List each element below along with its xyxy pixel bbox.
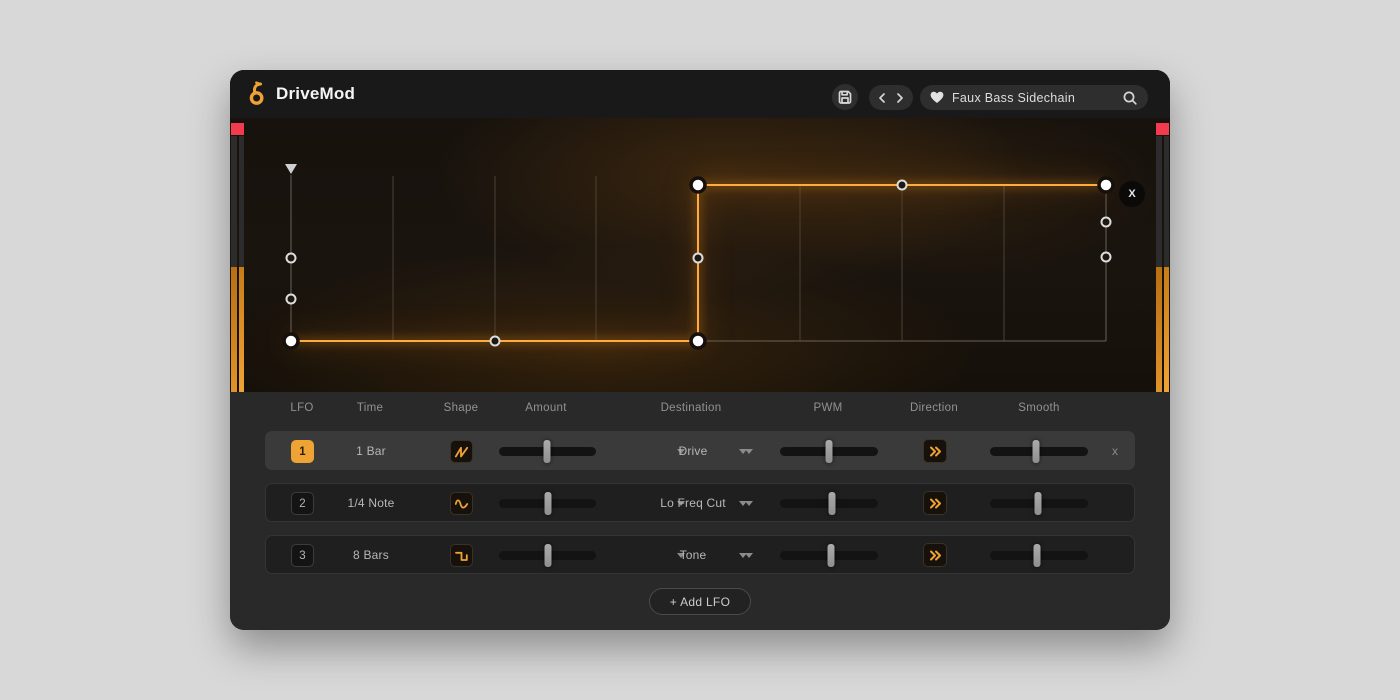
shape-select[interactable] bbox=[450, 492, 473, 515]
save-icon bbox=[838, 90, 852, 104]
column-header-direction: Direction bbox=[909, 402, 959, 414]
lfo-row-2[interactable]: 2 1/4 Note Lo Freq Cut bbox=[265, 483, 1135, 522]
lfo-index-badge[interactable]: 3 bbox=[291, 544, 314, 567]
meter-bar bbox=[231, 136, 237, 392]
smooth-slider-handle[interactable] bbox=[1033, 544, 1041, 567]
app-title: DriveMod bbox=[276, 84, 356, 103]
lfo-index-badge[interactable]: 1 bbox=[291, 440, 314, 463]
amount-slider[interactable] bbox=[499, 440, 596, 463]
pwm-slider-handle[interactable] bbox=[827, 544, 835, 567]
column-header-time: Time bbox=[356, 402, 384, 414]
loop-start-marker[interactable] bbox=[285, 164, 297, 174]
level-meter-left bbox=[231, 123, 244, 392]
logo: DriveMod bbox=[246, 70, 355, 118]
envelope-svg bbox=[282, 164, 1115, 350]
lfo-panel: LFO Time Shape Amount Destination PWM Di… bbox=[230, 392, 1170, 630]
smooth-slider-handle[interactable] bbox=[1032, 440, 1040, 463]
envelope-node[interactable] bbox=[282, 332, 300, 350]
amount-slider[interactable] bbox=[499, 544, 596, 567]
destination-select[interactable]: Lo Freq Cut bbox=[633, 484, 753, 523]
pwm-slider[interactable] bbox=[780, 492, 878, 515]
meter-bar bbox=[1163, 136, 1169, 392]
amount-slider-handle[interactable] bbox=[544, 492, 552, 515]
double-chevron-right-icon bbox=[929, 498, 941, 508]
plugin-window: DriveMod Faux Bass Sidechain X LFO Time … bbox=[230, 70, 1170, 630]
clip-indicator bbox=[231, 123, 244, 135]
amount-slider-handle[interactable] bbox=[544, 544, 552, 567]
column-header-amount: Amount bbox=[525, 402, 567, 414]
favorite-heart-icon[interactable] bbox=[930, 91, 944, 104]
envelope-node[interactable] bbox=[689, 176, 707, 194]
lfo-envelope-editor[interactable]: X bbox=[230, 118, 1170, 392]
envelope-node-small[interactable] bbox=[896, 179, 908, 191]
pwm-slider[interactable] bbox=[780, 440, 878, 463]
chevron-down-icon[interactable] bbox=[745, 553, 753, 558]
preset-nav bbox=[869, 85, 913, 110]
column-header-lfo: LFO bbox=[290, 402, 314, 414]
desktop-background: DriveMod Faux Bass Sidechain X LFO Time … bbox=[0, 0, 1400, 700]
remove-lfo-button[interactable]: x bbox=[1106, 432, 1124, 471]
double-chevron-right-icon bbox=[929, 446, 941, 456]
pwm-slider-handle[interactable] bbox=[825, 440, 833, 463]
chevron-down-icon[interactable] bbox=[745, 449, 753, 454]
search-icon[interactable] bbox=[1122, 90, 1138, 106]
sine-wave-icon bbox=[454, 499, 469, 508]
destination-select[interactable]: Tone bbox=[633, 536, 753, 575]
close-editor-button[interactable]: X bbox=[1119, 181, 1145, 207]
brand-logo-icon bbox=[249, 81, 264, 105]
preset-browser[interactable]: Faux Bass Sidechain bbox=[920, 85, 1148, 110]
column-header-pwm: PWM bbox=[813, 402, 843, 414]
time-select[interactable]: 8 Bars bbox=[326, 536, 416, 575]
title-bar: DriveMod Faux Bass Sidechain bbox=[230, 70, 1170, 118]
column-header-smooth: Smooth bbox=[1018, 402, 1060, 414]
envelope-node-small[interactable] bbox=[285, 293, 297, 305]
destination-select[interactable]: Drive bbox=[633, 432, 753, 471]
smooth-slider[interactable] bbox=[990, 492, 1088, 515]
shape-select[interactable] bbox=[450, 544, 473, 567]
square-wave-icon bbox=[455, 551, 468, 561]
amount-slider[interactable] bbox=[499, 492, 596, 515]
envelope-node-small[interactable] bbox=[1100, 216, 1112, 228]
add-lfo-button[interactable]: + Add LFO bbox=[649, 588, 751, 615]
meter-bar bbox=[238, 136, 244, 392]
chevron-down-icon[interactable] bbox=[745, 501, 753, 506]
envelope-node-small[interactable] bbox=[1100, 251, 1112, 263]
lfo-row-3[interactable]: 3 8 Bars Tone bbox=[265, 535, 1135, 574]
direction-button[interactable] bbox=[923, 543, 947, 567]
column-header-shape: Shape bbox=[443, 402, 479, 414]
pwm-slider[interactable] bbox=[780, 544, 878, 567]
smooth-slider[interactable] bbox=[990, 440, 1088, 463]
pwm-slider-handle[interactable] bbox=[828, 492, 836, 515]
amount-slider-handle[interactable] bbox=[543, 440, 551, 463]
envelope-node-small[interactable] bbox=[489, 335, 501, 347]
envelope-node[interactable] bbox=[689, 332, 707, 350]
save-preset-button[interactable] bbox=[832, 84, 858, 110]
smooth-slider[interactable] bbox=[990, 544, 1088, 567]
direction-button[interactable] bbox=[923, 439, 947, 463]
time-select[interactable]: 1 Bar bbox=[326, 432, 416, 471]
clip-indicator bbox=[1156, 123, 1169, 135]
lfo-index-badge[interactable]: 2 bbox=[291, 492, 314, 515]
next-preset-button chevron-right-icon[interactable] bbox=[896, 92, 904, 104]
envelope-node-small[interactable] bbox=[285, 252, 297, 264]
level-meter-right bbox=[1156, 123, 1169, 392]
sawtooth-wave-icon bbox=[454, 446, 469, 457]
column-header-destination: Destination bbox=[660, 402, 722, 414]
envelope-node-small[interactable] bbox=[692, 252, 704, 264]
envelope-node[interactable] bbox=[1097, 176, 1115, 194]
direction-button[interactable] bbox=[923, 491, 947, 515]
previous-preset-button chevron-left-icon[interactable] bbox=[878, 92, 886, 104]
lfo-row-1[interactable]: 1 1 Bar Drive x bbox=[265, 431, 1135, 470]
preset-name[interactable]: Faux Bass Sidechain bbox=[952, 91, 1114, 105]
smooth-slider-handle[interactable] bbox=[1034, 492, 1042, 515]
meter-bar bbox=[1156, 136, 1162, 392]
shape-select[interactable] bbox=[450, 440, 473, 463]
double-chevron-right-icon bbox=[929, 550, 941, 560]
time-select[interactable]: 1/4 Note bbox=[326, 484, 416, 523]
